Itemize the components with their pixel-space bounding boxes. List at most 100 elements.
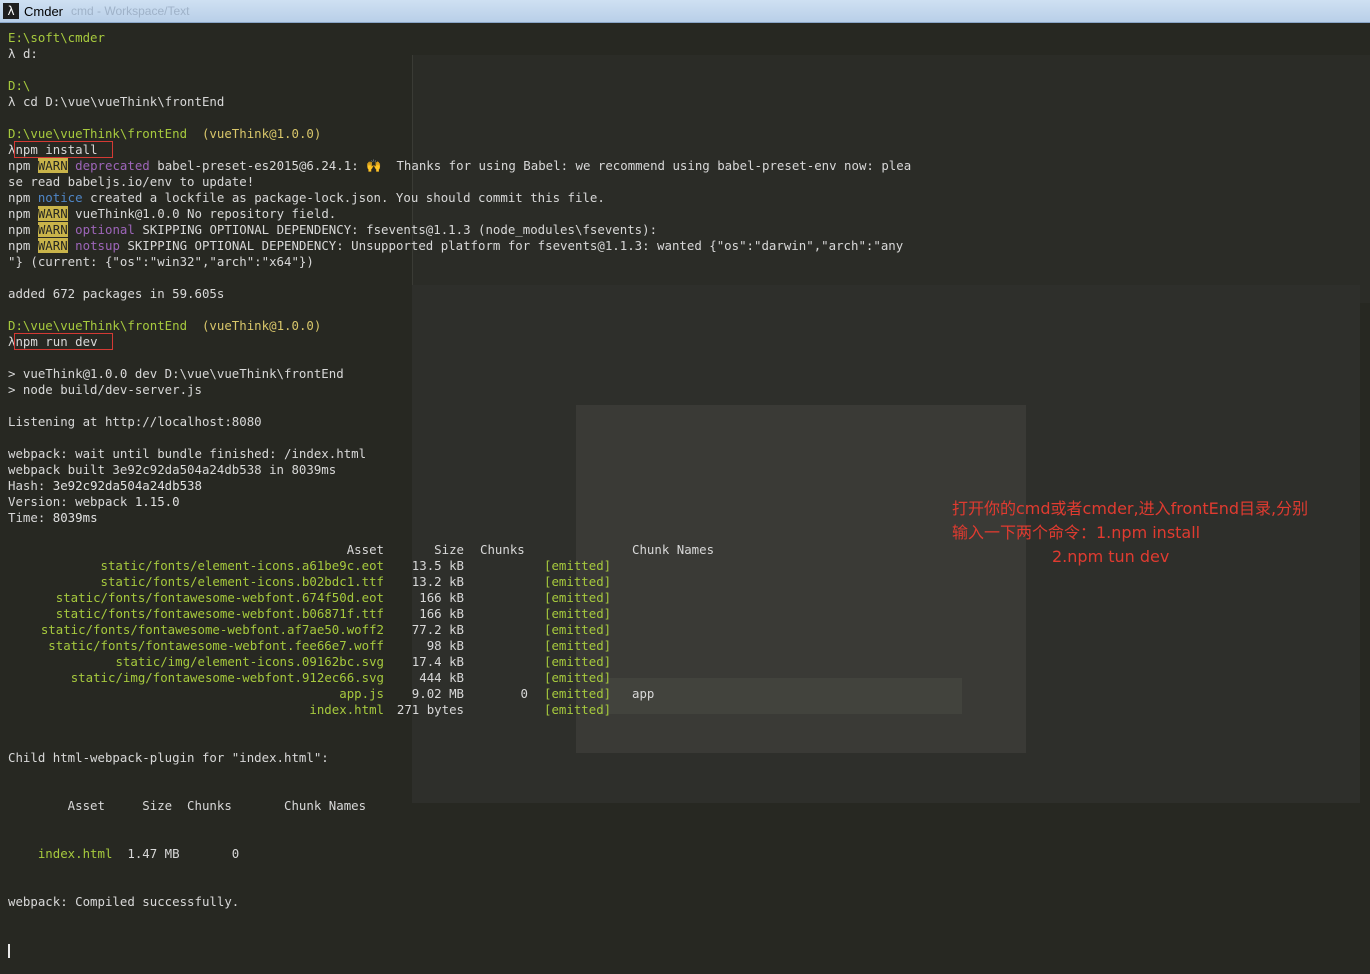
command-text: npm install — [15, 142, 98, 157]
asset-emitted: [emitted] — [544, 590, 612, 605]
window-titlebar[interactable]: λ Cmder cmd - Workspace/Text — [0, 0, 1370, 23]
stat-label: Time: — [8, 510, 53, 525]
terminal-line: > node build/dev-server.js — [8, 382, 1370, 398]
asset-size: 17.4 kB — [411, 654, 464, 669]
col-names-header: Chunk Names — [632, 542, 715, 557]
npm-prefix: npm — [8, 158, 38, 173]
asset-emitted: [emitted] — [544, 558, 612, 573]
npm-message: SKIPPING OPTIONAL DEPENDENCY: fsevents@1… — [142, 222, 658, 237]
npm-level-badge: WARN — [37, 206, 68, 221]
asset-name: app.js — [339, 686, 384, 701]
terminal-line: npm WARN deprecated babel-preset-es2015@… — [8, 158, 1370, 174]
asset-row: static/fonts/element-icons.a61be9c.eot 13… — [8, 558, 728, 574]
asset-name: static/fonts/element-icons.b02bdc1.ttf — [100, 574, 384, 589]
asset-name: static/img/fontawesome-webfont.912ec66.s… — [70, 670, 384, 685]
terminal-line: npm WARN optional SKIPPING OPTIONAL DEPE… — [8, 222, 1370, 238]
npm-level-badge: notice — [37, 190, 83, 205]
highlighted-command: npm run dev — [14, 333, 114, 350]
asset-row: static/fonts/fontawesome-webfont.fee66e7… — [8, 638, 728, 654]
terminal-line: λnpm install — [8, 141, 1370, 158]
terminal-line: D:\vue\vueThink\frontEnd (vueThink@1.0.0… — [8, 126, 1370, 142]
compiled-line: webpack: Compiled successfully. — [8, 894, 240, 909]
asset-name: static/fonts/fontawesome-webfont.fee66e7… — [48, 638, 384, 653]
cwd-path: D:\ — [8, 78, 31, 93]
asset-size: 13.2 kB — [411, 574, 464, 589]
asset-row: static/fonts/fontawesome-webfont.674f50d… — [8, 590, 728, 606]
asset-row: app.js 9.02 MB 0 [emitted] app — [8, 686, 728, 702]
npm-tag: deprecated — [75, 158, 150, 173]
output-text: webpack: wait until bundle finished: /in… — [8, 446, 367, 461]
output-text: > vueThink@1.0.0 dev D:\vue\vueThink\fro… — [8, 366, 344, 381]
asset-row: static/fonts/fontawesome-webfont.b06871f… — [8, 606, 728, 622]
prompt-line[interactable] — [8, 942, 366, 958]
terminal-line: Hash: 3e92c92da504a24db538 — [8, 478, 1370, 494]
asset-emitted: [emitted] — [544, 686, 612, 701]
npm-prefix: npm — [8, 206, 38, 221]
terminal-line: λ d: — [8, 46, 1370, 62]
asset-chunks: 0 — [520, 686, 528, 701]
command-text: npm run dev — [15, 334, 98, 349]
output-text: added 672 packages in 59.605s — [8, 286, 225, 301]
output-text: > node build/dev-server.js — [8, 382, 202, 397]
output-text: "} (current: {"os":"win32","arch":"x64"}… — [8, 254, 314, 269]
col-size-header: Size — [434, 542, 464, 557]
cmder-lambda-icon: λ — [3, 3, 19, 19]
child-cols: Asset Size Chunks Chunk Names — [8, 798, 367, 813]
child-asset: index.html — [37, 846, 113, 861]
asset-row: static/fonts/element-icons.b02bdc1.ttf 13… — [8, 574, 728, 590]
asset-size: 77.2 kB — [411, 622, 464, 637]
asset-size: 444 kB — [419, 670, 464, 685]
stat-label: Hash: — [8, 478, 53, 493]
asset-row: static/img/fontawesome-webfont.912ec66.s… — [8, 670, 728, 686]
terminal-line: npm WARN notsup SKIPPING OPTIONAL DEPEND… — [8, 238, 1370, 254]
terminal-line: E:\soft\cmder — [8, 30, 1370, 46]
asset-size: 271 bytes — [396, 702, 464, 717]
stat-value: 8039ms — [52, 510, 98, 525]
npm-level-badge: WARN — [37, 238, 68, 253]
annotation-line-2: 输入一下两个命令：1.npm install — [952, 523, 1201, 542]
asset-chunk-names: app — [632, 686, 655, 701]
npm-prefix: npm — [8, 190, 38, 205]
window-title: Cmder — [24, 3, 64, 19]
terminal-line: D:\ — [8, 78, 1370, 94]
stat-label: Version: webpack — [8, 494, 135, 509]
window-ghost-title: cmd - Workspace/Text — [71, 4, 190, 18]
box-pad — [98, 334, 113, 349]
npm-message: vueThink@1.0.0 No repository field. — [75, 206, 337, 221]
asset-row: static/fonts/fontawesome-webfont.af7ae50… — [8, 622, 728, 638]
output-text: se read babeljs.io/env to update! — [8, 174, 255, 189]
terminal-tail: Child html-webpack-plugin for "index.htm… — [8, 718, 366, 974]
child-row: index.html 1.47 MB 0 — [8, 846, 366, 862]
asset-emitted: [emitted] — [544, 702, 612, 717]
cwd-path: D:\vue\vueThink\frontEnd — [8, 318, 188, 333]
terminal-line: λ cd D:\vue\vueThink\frontEnd — [8, 94, 1370, 110]
terminal-line: > vueThink@1.0.0 dev D:\vue\vueThink\fro… — [8, 366, 1370, 382]
asset-size: 9.02 MB — [411, 686, 464, 701]
asset-row: static/img/element-icons.09162bc.svg 17.4… — [8, 654, 728, 670]
npm-tag: notsup — [75, 238, 120, 253]
asset-name: static/fonts/fontawesome-webfont.af7ae50… — [40, 622, 384, 637]
asset-name: static/fonts/fontawesome-webfont.b06871f… — [55, 606, 384, 621]
terminal-line: npm notice created a lockfile as package… — [8, 190, 1370, 206]
package-version: (vueThink@1.0.0) — [201, 126, 322, 141]
webpack-asset-table: Asset Size Chunks Chunk Names static/fon… — [8, 542, 728, 718]
annotation-note: 打开你的cmd或者cmder,进入frontEnd目录,分别 输入一下两个命令：… — [952, 497, 1362, 569]
terminal-line: Listening at http://localhost:8080 — [8, 414, 1370, 430]
stat-value: 3e92c92da504a24db538 — [52, 478, 202, 493]
npm-message: babel-preset-es2015@6.24.1: 🙌 Thanks for… — [157, 158, 912, 173]
terminal-line: "} (current: {"os":"win32","arch":"x64"}… — [8, 254, 1370, 270]
npm-prefix: npm — [8, 238, 38, 253]
asset-emitted: [emitted] — [544, 606, 612, 621]
cwd-path: E:\soft\cmder — [8, 30, 105, 45]
npm-tag: optional — [75, 222, 135, 237]
text-cursor — [8, 943, 10, 958]
asset-name: static/img/element-icons.09162bc.svg — [115, 654, 384, 669]
annotation-line-1: 打开你的cmd或者cmder,进入frontEnd目录,分别 — [952, 499, 1309, 518]
